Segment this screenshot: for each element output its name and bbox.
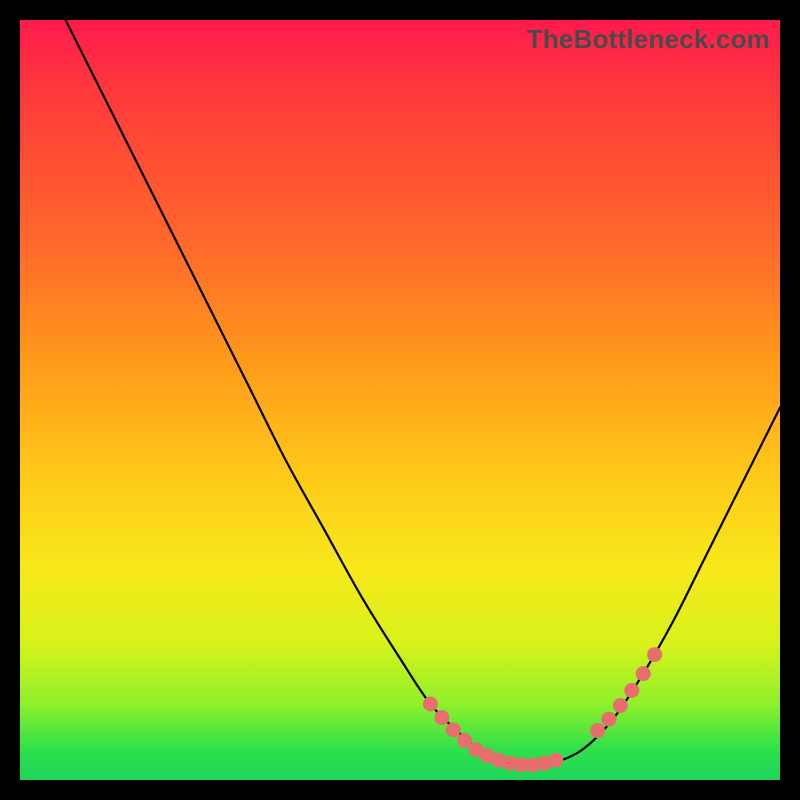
watermark-label: TheBottleneck.com [527, 24, 770, 55]
plot-gradient-background [20, 20, 780, 780]
chart-frame: TheBottleneck.com [20, 20, 780, 780]
